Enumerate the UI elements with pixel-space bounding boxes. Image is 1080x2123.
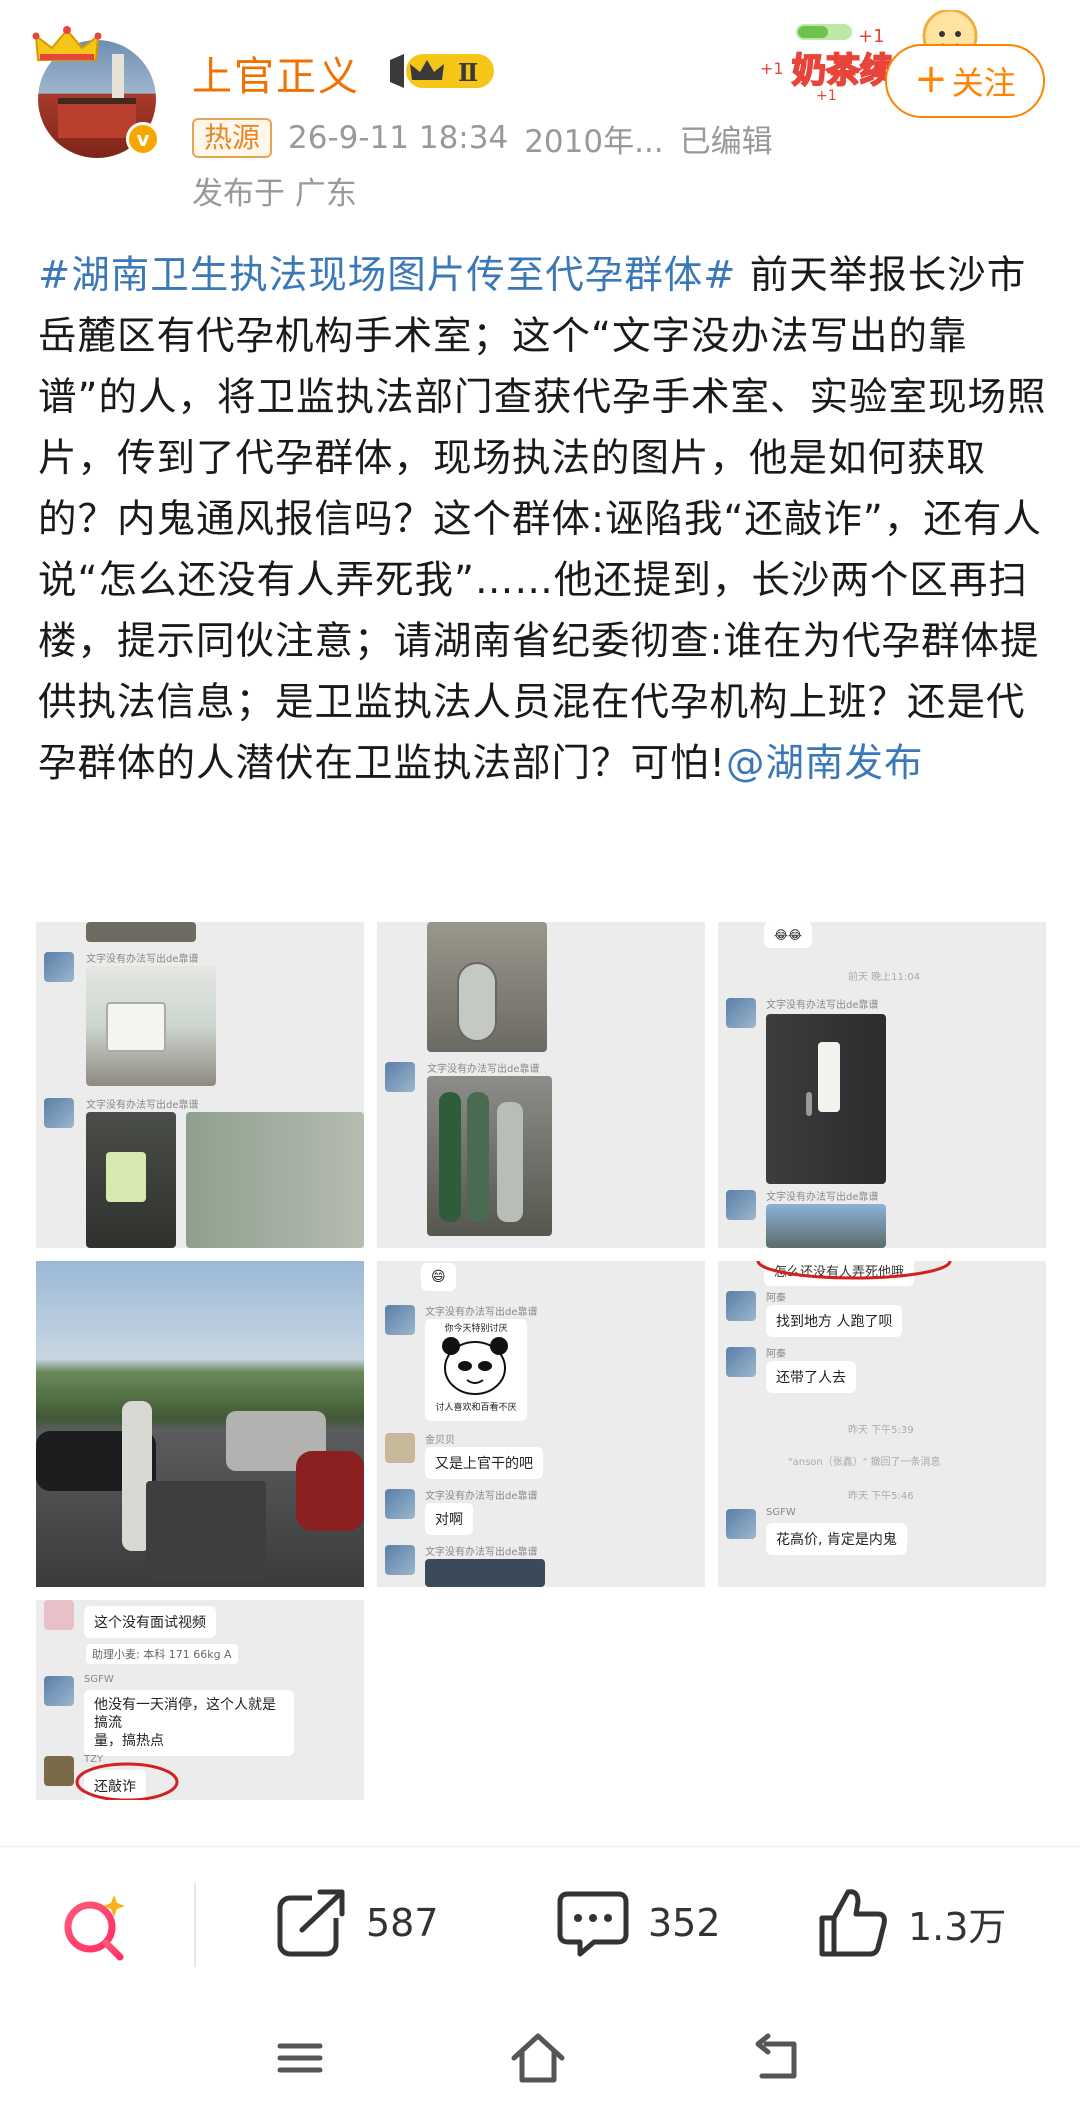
post-image-7[interactable]: 这个没有面试视频 助理小麦: 本科 171 66kg A SGFW 他没有一天消…	[36, 1600, 364, 1800]
panda-sticker: 你今天特别讨厌 讨人喜欢和百看不厌	[425, 1319, 527, 1421]
svg-text:+1: +1	[858, 26, 885, 47]
system-navigation-bar	[0, 1996, 1080, 2123]
action-divider	[194, 1883, 196, 1967]
like-button[interactable]: 1.3万	[814, 1881, 1006, 1965]
repost-button[interactable]: 587	[272, 1881, 439, 1965]
post-image-2[interactable]: 文字没有办法写出de靠谱	[377, 922, 705, 1248]
search-icon[interactable]	[56, 1887, 136, 1967]
follow-button[interactable]: + 关注	[885, 44, 1045, 118]
post-meta: 热源 26-9-11 18:34 2010年... 已编辑	[192, 116, 773, 161]
mention-link[interactable]: @湖南发布	[726, 741, 924, 786]
like-count: 1.3万	[908, 1904, 1007, 1949]
hashtag-link[interactable]: #湖南卫生执法现场图片传至代孕群体#	[38, 253, 737, 298]
menu-icon[interactable]	[268, 2030, 332, 2086]
comment-icon	[557, 1891, 629, 1957]
repost-count: 587	[366, 1901, 439, 1945]
verified-icon: v	[126, 122, 160, 156]
repost-icon	[277, 1888, 346, 1957]
post-image-5[interactable]: 😄 文字没有办法写出de靠谱 你今天特别讨厌 讨人喜欢和百看不厌 金贝贝 又是上…	[377, 1261, 705, 1587]
post-image-1[interactable]: 文字没有办法写出de靠谱 文字没有办法写出de靠谱	[36, 922, 364, 1248]
post-body: 前天举报长沙市岳麓区有代孕机构手术室；这个“文字没办法写出的靠谱”的人，将卫监执…	[38, 253, 1047, 786]
like-icon	[819, 1889, 887, 1957]
post-image-6[interactable]: 怎么还没有人弄死他哦 阿秦 找到地方 人跑了呗 阿秦 还带了人去 昨天 下午5:…	[718, 1261, 1046, 1587]
post-device: 2010年...	[524, 123, 664, 160]
author-avatar[interactable]: v	[32, 26, 160, 158]
red-circle-annotation	[75, 1762, 179, 1800]
red-circle-annotation	[756, 1261, 952, 1280]
svg-text:+1: +1	[816, 88, 837, 100]
post-image-4[interactable]	[36, 1261, 364, 1587]
comment-button[interactable]: 352	[554, 1881, 721, 1965]
level-badge-icon[interactable]: Ⅱ	[386, 50, 498, 92]
home-icon[interactable]	[506, 2030, 570, 2086]
level-number: Ⅱ	[458, 58, 478, 87]
post-location: 发布于 广东	[192, 176, 357, 212]
edited-label[interactable]: 已编辑	[680, 116, 773, 161]
post-header: v 上官正义 Ⅱ 热源 26-9-11 18:34 2010年... 已编辑 发…	[0, 0, 1080, 230]
author-name[interactable]: 上官正义	[192, 44, 360, 102]
back-icon[interactable]	[744, 2030, 808, 2086]
svg-text:+1: +1	[760, 59, 784, 78]
post-datetime: 26-9-11 18:34	[288, 120, 509, 156]
crown-icon	[32, 26, 102, 61]
follow-plus: +	[914, 56, 948, 102]
post-content: #湖南卫生执法现场图片传至代孕群体# 前天举报长沙市岳麓区有代孕机构手术室；这个…	[38, 245, 1048, 794]
follow-label: 关注	[951, 64, 1016, 102]
hot-source-tag[interactable]: 热源	[192, 118, 273, 158]
comment-count: 352	[648, 1901, 721, 1945]
action-bar: 587 352 1.3万	[0, 1846, 1080, 1996]
svg-text:奶茶续: 奶茶续	[792, 51, 894, 91]
post-image-3[interactable]: 😂😂 前天 晚上11:04 文字没有办法写出de靠谱 文字没有办法写出de靠谱	[718, 922, 1046, 1248]
